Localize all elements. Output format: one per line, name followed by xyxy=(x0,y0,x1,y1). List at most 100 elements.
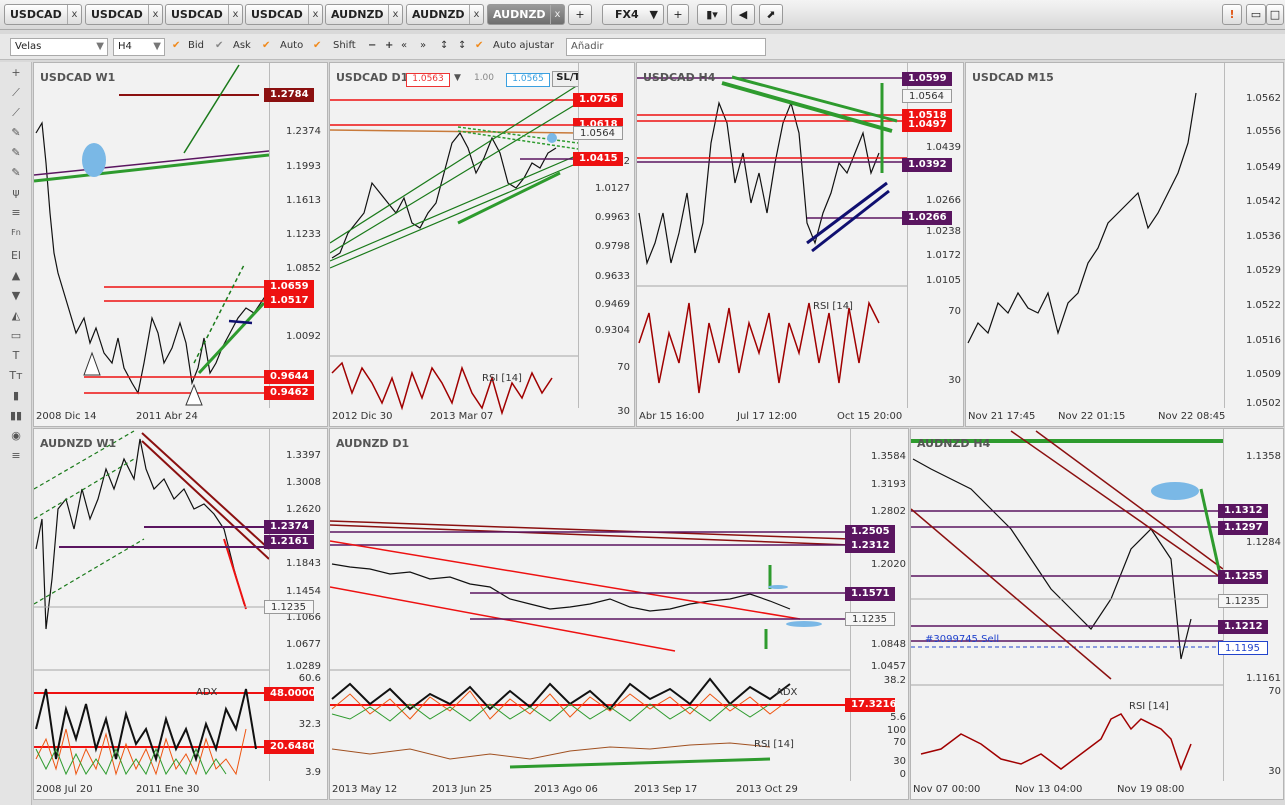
date-axis: 2008 Dic 14 2011 Abr 24 xyxy=(34,408,269,426)
lot-down-icon[interactable]: ▼ xyxy=(454,73,464,83)
pane-separator[interactable] xyxy=(637,285,907,287)
tab-label: USDCAD xyxy=(251,8,303,21)
auto-fit-check-icon[interactable]: ✔ xyxy=(475,40,483,51)
detach-button[interactable]: ⬈ xyxy=(759,4,783,25)
pane-separator[interactable] xyxy=(34,669,269,671)
price-label: 0.9462 xyxy=(264,386,314,400)
zoom-out-icon[interactable]: − xyxy=(368,40,376,51)
ask-price-box[interactable]: 1.0565 xyxy=(506,73,550,87)
axis-tick: 1.0549 xyxy=(1246,162,1281,173)
tab-close-button[interactable]: x xyxy=(148,5,162,24)
adx-label: ADX xyxy=(196,687,218,698)
ray-icon[interactable]: ⟋ xyxy=(4,104,28,122)
audnzd-d1-canvas xyxy=(330,520,851,769)
layout-select[interactable]: FX4 ▼ xyxy=(602,4,664,25)
price-label: 1.1297 xyxy=(1218,521,1268,535)
ask-check-icon[interactable]: ✔ xyxy=(215,40,223,51)
current-price-label: 1.0564 xyxy=(902,89,952,103)
auto-check-icon[interactable]: ✔ xyxy=(262,40,270,51)
tab-close-button[interactable]: x xyxy=(550,5,564,24)
shapes-icon[interactable]: ◭ xyxy=(4,307,28,325)
chart-usdcad-h4[interactable]: USDCAD H4 1.0439 1.0266 1.0238 1.0172 1.… xyxy=(636,62,964,427)
price-label: 0.9644 xyxy=(264,370,314,384)
compress-vertical-icon[interactable]: ↕ xyxy=(458,40,466,51)
volume-icon[interactable]: ▮▮ xyxy=(4,407,28,425)
bid-check-icon[interactable]: ✔ xyxy=(172,40,180,51)
chart-options-button[interactable]: ▮▾ xyxy=(697,4,727,25)
axis-tick: 1.0542 xyxy=(1246,196,1281,207)
adx-tick: 38.2 xyxy=(883,675,906,686)
pitchfork-icon[interactable]: ψ xyxy=(4,184,28,202)
tab-audnzd-2[interactable]: AUDNZD x xyxy=(406,4,484,25)
screenshot-icon[interactable]: ◉ xyxy=(4,427,28,445)
arrow-down-icon[interactable]: ▼ xyxy=(4,287,28,305)
tab-close-button[interactable]: x xyxy=(67,5,81,24)
expand-vertical-icon[interactable]: ↕ xyxy=(440,40,448,51)
scroll-right-icon[interactable]: » xyxy=(420,40,426,51)
add-chart-button[interactable]: + xyxy=(667,4,689,25)
drawing-tools: + ⟋ ⟋ ✎ ✎ ✎ ψ ≡ Fn El ▲ ▼ ◭ ▭ T Tт ▮ ▮▮ … xyxy=(0,62,32,805)
axis-tick: 1.0172 xyxy=(926,250,961,261)
chart-title: USDCAD M15 xyxy=(972,71,1054,84)
text-icon[interactable]: T xyxy=(4,347,28,365)
tab-audnzd-3[interactable]: AUDNZD x xyxy=(487,4,565,25)
tab-close-button[interactable]: x xyxy=(228,5,242,24)
arrow-up-icon[interactable]: ▲ xyxy=(4,267,28,285)
pane-separator[interactable] xyxy=(330,669,850,671)
price-label: 1.1255 xyxy=(1218,570,1268,584)
chart-usdcad-w1[interactable]: USDCAD W1 1.2374 1.1993 1.1613 1.1233 1.… xyxy=(33,62,328,427)
chart-audnzd-d1[interactable]: AUDNZD D1 1.3584 1.3193 1.2802 1.2020 1.… xyxy=(329,428,909,800)
axis-tick: 1.1454 xyxy=(286,586,321,597)
tab-usdcad-2[interactable]: USDCAD x xyxy=(85,4,163,25)
current-price-label: 1.1235 xyxy=(264,600,314,614)
chart-type-select[interactable]: Velas ▼ xyxy=(10,38,108,56)
rectangle-icon[interactable]: ▭ xyxy=(4,327,28,345)
timeframe-select[interactable]: H4 ▼ xyxy=(113,38,165,56)
add-tab-button[interactable]: + xyxy=(568,4,592,25)
back-button[interactable]: ◀ xyxy=(731,4,755,25)
chart-usdcad-d1[interactable]: USDCAD D1 1.0563 ▼ 1.00 1.0565 SL/TP ⤢ ✕… xyxy=(329,62,635,427)
scroll-left-icon[interactable]: « xyxy=(401,40,407,51)
info-button[interactable]: ! xyxy=(1222,4,1242,25)
axis-tick: 1.0127 xyxy=(595,183,630,194)
quantity-field[interactable]: 1.00 xyxy=(466,73,502,87)
tab-close-button[interactable]: x xyxy=(388,5,402,24)
axis-tick: 1.0105 xyxy=(926,275,961,286)
brush-icon[interactable]: ✎ xyxy=(4,144,28,162)
axis-tick: 1.0556 xyxy=(1246,126,1281,137)
axis-tick: 1.0536 xyxy=(1246,231,1281,242)
trendline-icon[interactable]: ⟋ xyxy=(4,84,28,102)
pane-separator[interactable] xyxy=(911,684,1223,686)
tab-usdcad-4[interactable]: USDCAD x xyxy=(245,4,323,25)
pane-separator[interactable] xyxy=(330,355,578,357)
shift-check-icon[interactable]: ✔ xyxy=(313,40,321,51)
tab-close-button[interactable]: x xyxy=(308,5,322,24)
zoom-in-icon[interactable]: + xyxy=(385,40,393,51)
price-label: 1.2784 xyxy=(264,88,314,102)
tab-close-button[interactable]: x xyxy=(469,5,483,24)
add-indicator-input[interactable]: Añadir xyxy=(566,38,766,56)
elliott-icon[interactable]: El xyxy=(4,247,28,265)
chart-usdcad-m15[interactable]: USDCAD M15 ⤢ ✕ 1.0562 1.0556 1.0549 1.05… xyxy=(965,62,1284,427)
list-icon[interactable]: ≡ xyxy=(4,447,28,465)
minimize-button[interactable]: ▭ xyxy=(1246,4,1266,25)
pencil-icon[interactable]: ✎ xyxy=(4,124,28,142)
chart-title: AUDNZD H4 xyxy=(917,437,991,450)
bid-price-box[interactable]: 1.0563 xyxy=(406,73,450,87)
layout-label: FX4 xyxy=(615,8,639,21)
fibonacci-icon[interactable]: ≡ xyxy=(4,204,28,222)
text-box-icon[interactable]: Tт xyxy=(4,367,28,385)
chart-audnzd-h4[interactable]: AUDNZD H4 ⤢ ✕ #3099745 Sell 1.1358 1.128… xyxy=(910,428,1284,800)
function-icon[interactable]: Fn xyxy=(4,224,28,242)
order-price-label: 1.1195 xyxy=(1218,641,1268,655)
highlighter-icon[interactable]: ✎ xyxy=(4,164,28,182)
tab-usdcad-1[interactable]: USDCAD x xyxy=(4,4,82,25)
bar-chart-icon[interactable]: ▮ xyxy=(4,387,28,405)
tab-audnzd-1[interactable]: AUDNZD x xyxy=(325,4,403,25)
order-label[interactable]: #3099745 Sell xyxy=(925,634,999,645)
maximize-button[interactable]: □ xyxy=(1266,4,1284,25)
chart-audnzd-w1[interactable]: AUDNZD W1 ⤢ ✕ 1.3397 1.3008 1.2620 1.184… xyxy=(33,428,328,800)
tab-usdcad-3[interactable]: USDCAD x xyxy=(165,4,243,25)
chart-title: USDCAD D1 xyxy=(336,71,409,84)
crosshair-icon[interactable]: + xyxy=(4,64,28,82)
